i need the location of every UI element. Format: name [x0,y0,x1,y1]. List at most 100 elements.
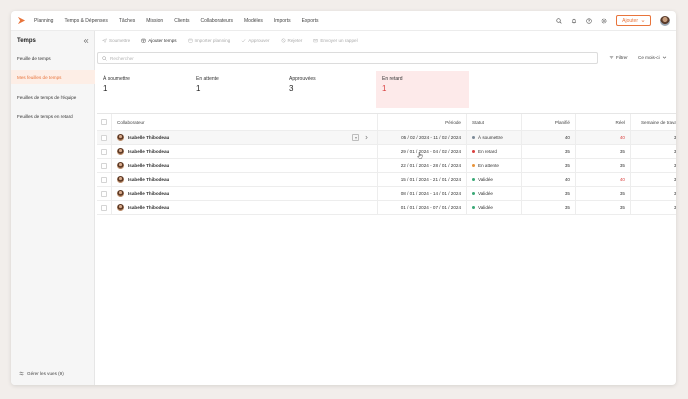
column-divider [111,187,112,200]
mouse-cursor-icon [417,152,423,159]
summary-card-approved[interactable]: Approuvées 3 [283,71,376,108]
sidebar-item-team-timesheets[interactable]: Feuilles de temps de l'équipe [11,90,95,104]
submit-row-button[interactable] [352,134,359,141]
header-status[interactable]: Statut [472,114,484,130]
user-avatar[interactable] [660,15,670,26]
row-checkbox[interactable] [101,190,107,197]
table-row[interactable]: Isabelle Thibodeau 05 / 02 / 2024 - 11 / … [97,131,676,145]
actual-cell: 35 [619,191,625,196]
collaborator-name[interactable]: Isabelle Thibodeau [128,163,169,168]
search-input[interactable] [110,55,590,61]
table-row[interactable]: Isabelle Thibodeau 29 / 01 / 2024 - 04 / … [97,145,676,159]
reject-button[interactable]: Rejeter [281,38,303,43]
status-dot [472,164,475,167]
column-divider [111,201,112,214]
nav-templates[interactable]: Modèles [244,18,263,24]
add-button[interactable]: Ajouter [616,15,651,26]
table-row[interactable]: Isabelle Thibodeau 01 / 01 / 2024 - 07 / … [97,201,676,215]
status-cell: En retard [472,145,497,158]
collaborator-name[interactable]: Isabelle Thibodeau [128,135,169,140]
sidebar-item-my-timesheets[interactable]: Mes feuilles de temps [11,70,95,84]
row-open-chevron-icon[interactable] [364,135,369,140]
reject-label: Rejeter [287,38,303,43]
status-cell: Validée [472,173,493,186]
work-week-cell: 35 [673,135,676,140]
row-checkbox[interactable] [101,176,107,183]
row-checkbox[interactable] [101,148,107,155]
table-row[interactable]: Isabelle Thibodeau 22 / 01 / 2024 - 28 / … [97,159,676,173]
summary-card-to-submit[interactable]: À soumettre 1 [97,71,190,108]
nav-time-expenses[interactable]: Temps & Dépenses [64,18,107,24]
summary-card-label: Approuvées [289,76,316,82]
summary-card-label: En attente [196,76,219,82]
timesheet-table: Collaborateur Période Statut Planifié Ré… [97,113,676,215]
work-week-cell: 35 [673,191,676,196]
column-divider [466,131,467,144]
add-time-button[interactable]: Ajouter temps [141,38,177,43]
status-dot [472,192,475,195]
filter-button[interactable]: Filtrer [609,55,628,60]
status-cell: Validée [472,201,493,214]
column-divider [466,173,467,186]
send-reminder-label: Envoyer un rappel [320,38,358,43]
avatar [117,134,124,141]
select-all-checkbox[interactable] [101,119,107,125]
search-icon [102,55,107,61]
work-week-cell: 35 [673,149,676,154]
summary-card-count: 1 [382,84,387,93]
top-navigation: Planning Temps & Dépenses Tâches Mission… [11,11,676,31]
header-work-week[interactable]: Semaine de travail [630,114,676,130]
column-divider [111,131,112,144]
nav-mission[interactable]: Mission [146,18,163,24]
nav-tasks[interactable]: Tâches [119,18,135,24]
table-row[interactable]: Isabelle Thibodeau 08 / 01 / 2024 - 14 / … [97,187,676,201]
approve-button[interactable]: Approuver [241,38,270,43]
table-row[interactable]: Isabelle Thibodeau 15 / 01 / 2024 - 21 / … [97,173,676,187]
status-badge: En retard [478,149,497,154]
row-checkbox[interactable] [101,204,107,211]
send-reminder-button[interactable]: Envoyer un rappel [313,38,358,43]
column-divider [466,159,467,172]
actual-cell: 35 [619,149,625,154]
status-dot [472,150,475,153]
help-icon[interactable] [586,17,592,24]
summary-card-pending[interactable]: En attente 1 [190,71,283,108]
sidebar-item-late-timesheets[interactable]: Feuilles de temps en retard [11,109,95,123]
collaborator-name[interactable]: Isabelle Thibodeau [128,205,169,210]
header-collaborator[interactable]: Collaborateur [117,114,145,130]
search-bar [97,52,598,64]
sidebar-item-timesheet[interactable]: Feuille de temps [11,51,95,65]
status-dot [472,206,475,209]
collaborator-name[interactable]: Isabelle Thibodeau [128,149,169,154]
summary-card-count: 1 [103,84,108,93]
header-actual[interactable]: Réel [575,114,625,130]
nav-planning[interactable]: Planning [34,18,53,24]
header-planned[interactable]: Planifié [521,114,570,130]
row-checkbox[interactable] [101,134,107,141]
period-cell: 01 / 01 / 2024 - 07 / 01 / 2024 [400,205,461,210]
submit-button[interactable]: Soumettre [102,38,130,43]
calendar-icon [188,38,192,43]
import-planning-button[interactable]: Importer planning [188,38,231,43]
nav-imports[interactable]: Imports [274,18,291,24]
manage-views-button[interactable]: Gérer les vues (9) [19,371,64,376]
avatar [117,176,124,183]
sidebar-item-label: Feuille de temps [17,55,51,61]
collapse-sidebar-icon[interactable] [83,38,89,44]
bell-icon[interactable] [571,18,577,24]
summary-card-late[interactable]: En retard 1 [376,71,469,108]
period-select[interactable]: Ce mois-ci [638,55,667,60]
sidebar-item-label: Feuilles de temps de l'équipe [17,94,77,100]
nav-exports[interactable]: Exports [302,18,319,24]
gear-icon[interactable] [601,18,607,24]
column-divider [111,173,112,186]
import-planning-label: Importer planning [194,38,231,43]
header-period[interactable]: Période [377,114,461,130]
row-checkbox[interactable] [101,162,107,169]
collaborator-name[interactable]: Isabelle Thibodeau [128,191,169,196]
nav-collaborators[interactable]: Collaborateurs [200,18,233,24]
collaborator-name[interactable]: Isabelle Thibodeau [128,177,169,182]
search-icon[interactable] [556,17,562,24]
app-logo-icon[interactable] [17,16,26,25]
nav-clients[interactable]: Clients [174,18,189,24]
